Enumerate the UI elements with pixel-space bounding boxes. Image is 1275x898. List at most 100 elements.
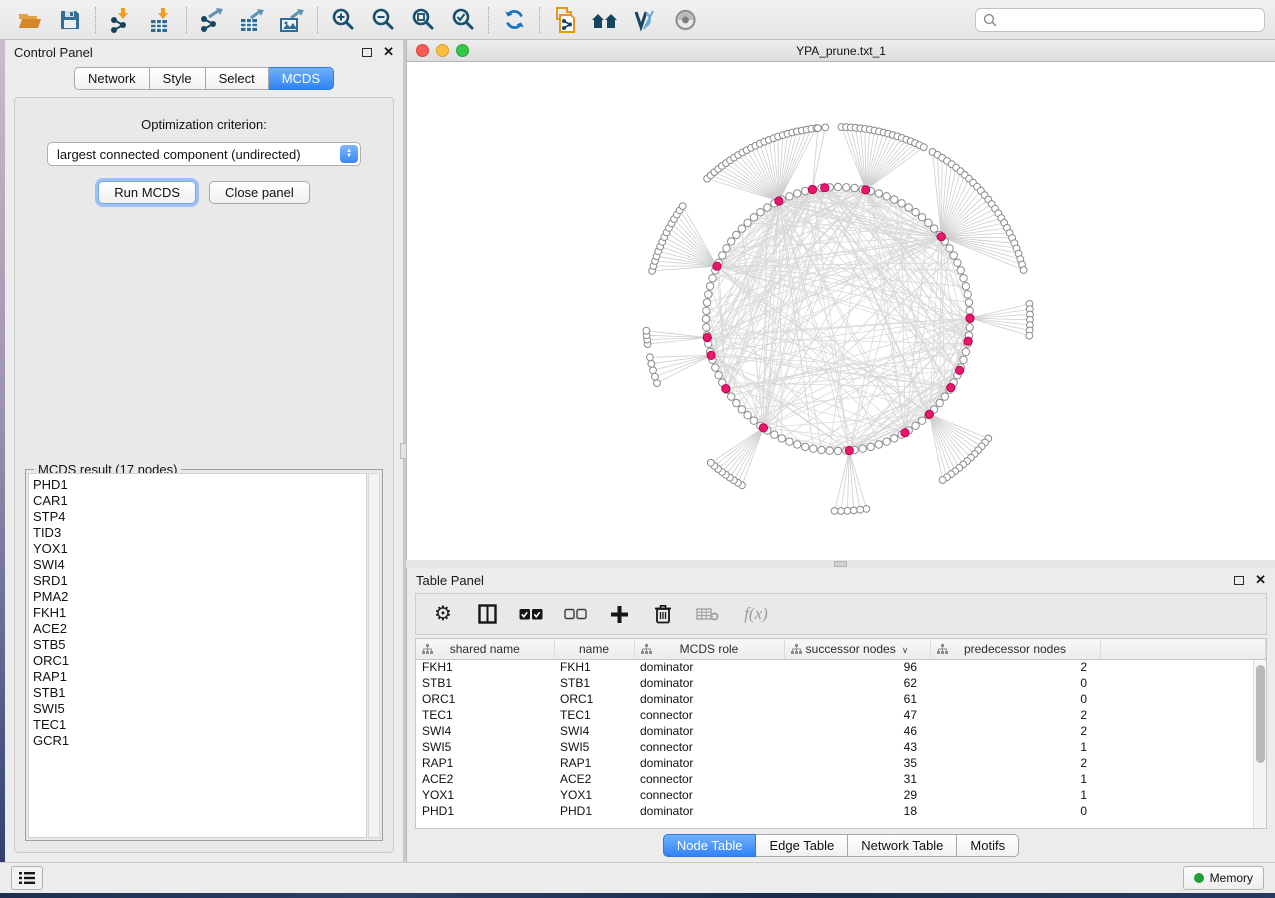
zoom-in-button[interactable] <box>323 3 363 37</box>
table-row[interactable]: SWI5SWI5connector431 <box>416 739 1266 755</box>
show-columns-button[interactable] <box>475 602 499 626</box>
table-row[interactable]: SWI4SWI4dominator462 <box>416 723 1266 739</box>
table-cell[interactable]: STB1 <box>416 675 554 691</box>
table-cell[interactable]: STB1 <box>554 675 634 691</box>
delete-column-button[interactable] <box>651 602 675 626</box>
toggle-graphics-details-button[interactable] <box>625 3 665 37</box>
table-cell[interactable]: connector <box>634 787 784 803</box>
table-cell[interactable]: 0 <box>930 803 1100 819</box>
unselect-all-button[interactable] <box>563 602 587 626</box>
table-cell[interactable]: PHD1 <box>554 803 634 819</box>
search-input[interactable] <box>1002 13 1257 27</box>
table-cell[interactable]: 1 <box>930 787 1100 803</box>
task-history-button[interactable] <box>11 866 43 890</box>
mcds-result-item[interactable]: ORC1 <box>33 653 366 669</box>
maximize-window-icon[interactable] <box>456 44 469 57</box>
network-canvas[interactable] <box>407 62 1275 559</box>
import-network-button[interactable] <box>101 3 141 37</box>
table-cell[interactable]: 35 <box>784 755 930 771</box>
table-body[interactable]: FKH1FKH1dominator962STB1STB1dominator620… <box>416 659 1266 819</box>
close-panel-button[interactable]: Close panel <box>209 181 310 204</box>
table-scrollbar-thumb[interactable] <box>1256 665 1265 763</box>
table-cell[interactable]: 0 <box>930 691 1100 707</box>
tab-network-table[interactable]: Network Table <box>848 834 957 857</box>
table-cell[interactable]: 43 <box>784 739 930 755</box>
table-cell[interactable]: dominator <box>634 723 784 739</box>
table-cell[interactable]: dominator <box>634 659 784 675</box>
table-cell[interactable]: PHD1 <box>416 803 554 819</box>
memory-button[interactable]: Memory <box>1183 866 1264 890</box>
table-scrollbar[interactable] <box>1253 660 1266 828</box>
column-header[interactable]: shared name <box>416 639 554 659</box>
table-cell[interactable]: 29 <box>784 787 930 803</box>
export-network-button[interactable] <box>192 3 232 37</box>
mcds-result-list[interactable]: PHD1CAR1STP4TID3YOX1SWI4SRD1PMA2FKH1ACE2… <box>28 473 367 838</box>
table-cell[interactable]: 2 <box>930 659 1100 675</box>
table-row[interactable]: YOX1YOX1connector291 <box>416 787 1266 803</box>
refresh-button[interactable] <box>494 3 534 37</box>
import-table-button[interactable] <box>141 3 181 37</box>
table-cell[interactable]: 47 <box>784 707 930 723</box>
table-cell[interactable]: ORC1 <box>416 691 554 707</box>
column-header[interactable]: predecessor nodes <box>930 639 1100 659</box>
table-cell[interactable]: SWI4 <box>416 723 554 739</box>
mcds-result-item[interactable]: TID3 <box>33 525 366 541</box>
select-all-button[interactable] <box>519 602 543 626</box>
minimize-window-icon[interactable] <box>436 44 449 57</box>
table-cell[interactable]: 46 <box>784 723 930 739</box>
table-cell[interactable]: dominator <box>634 675 784 691</box>
table-cell[interactable]: 1 <box>930 771 1100 787</box>
table-row[interactable]: ACE2ACE2connector311 <box>416 771 1266 787</box>
mcds-result-item[interactable]: STP4 <box>33 509 366 525</box>
network-titlebar[interactable]: YPA_prune.txt_1 <box>407 40 1275 62</box>
tab-network[interactable]: Network <box>74 67 150 90</box>
function-builder-button[interactable]: f(x) <box>739 602 773 626</box>
new-network-from-selection-button[interactable] <box>545 3 585 37</box>
table-cell[interactable]: FKH1 <box>416 659 554 675</box>
column-header[interactable]: successor nodes∨ <box>784 639 930 659</box>
table-cell[interactable]: dominator <box>634 691 784 707</box>
table-cell[interactable]: dominator <box>634 755 784 771</box>
column-header[interactable]: MCDS role <box>634 639 784 659</box>
export-table-button[interactable] <box>232 3 272 37</box>
table-cell[interactable]: ACE2 <box>416 771 554 787</box>
mcds-result-item[interactable]: FKH1 <box>33 605 366 621</box>
mcds-result-item[interactable]: SRD1 <box>33 573 366 589</box>
table-cell[interactable]: 2 <box>930 755 1100 771</box>
table-cell[interactable]: 31 <box>784 771 930 787</box>
table-settings-button[interactable]: ⚙ <box>431 602 455 626</box>
table-cell[interactable]: RAP1 <box>416 755 554 771</box>
table-cell[interactable]: 2 <box>930 723 1100 739</box>
table-row[interactable]: FKH1FKH1dominator962 <box>416 659 1266 675</box>
tab-select[interactable]: Select <box>206 67 269 90</box>
mcds-list-scrollbar[interactable] <box>368 473 380 838</box>
add-column-button[interactable] <box>607 602 631 626</box>
table-cell[interactable]: 2 <box>930 707 1100 723</box>
table-cell[interactable]: connector <box>634 707 784 723</box>
birds-eye-view-button[interactable] <box>665 3 705 37</box>
table-cell[interactable]: 96 <box>784 659 930 675</box>
tab-edge-table[interactable]: Edge Table <box>756 834 848 857</box>
tab-style[interactable]: Style <box>150 67 206 90</box>
show-hide-panels-button[interactable] <box>585 3 625 37</box>
table-row[interactable]: STB1STB1dominator620 <box>416 675 1266 691</box>
mcds-result-item[interactable]: TEC1 <box>33 717 366 733</box>
table-row[interactable]: TEC1TEC1connector472 <box>416 707 1266 723</box>
table-cell[interactable]: dominator <box>634 803 784 819</box>
mcds-result-item[interactable]: SWI5 <box>33 701 366 717</box>
table-cell[interactable]: YOX1 <box>554 787 634 803</box>
table-cell[interactable]: TEC1 <box>416 707 554 723</box>
save-session-button[interactable] <box>50 3 90 37</box>
table-row[interactable]: PHD1PHD1dominator180 <box>416 803 1266 819</box>
zoom-selected-button[interactable] <box>443 3 483 37</box>
mcds-result-item[interactable]: SWI4 <box>33 557 366 573</box>
table-cell[interactable]: ORC1 <box>554 691 634 707</box>
mcds-result-item[interactable]: ACE2 <box>33 621 366 637</box>
float-table-panel-icon[interactable] <box>1234 576 1244 585</box>
export-image-button[interactable] <box>272 3 312 37</box>
table-cell[interactable]: 62 <box>784 675 930 691</box>
table-cell[interactable]: SWI5 <box>554 739 634 755</box>
tab-motifs[interactable]: Motifs <box>957 834 1019 857</box>
delete-table-button[interactable] <box>695 602 719 626</box>
table-cell[interactable]: FKH1 <box>554 659 634 675</box>
